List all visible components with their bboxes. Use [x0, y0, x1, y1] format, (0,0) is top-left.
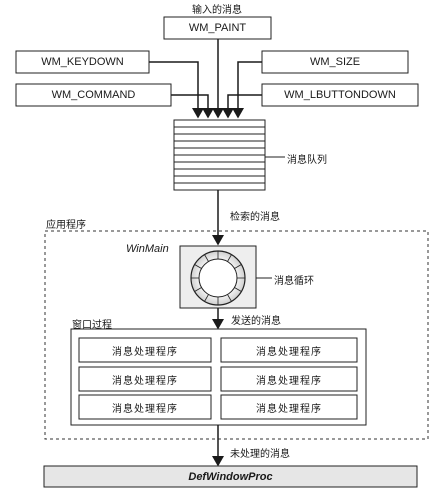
defwindowproc-label: DefWindowProc [188, 470, 273, 483]
wm-paint-label: WM_PAINT [188, 22, 247, 34]
unhandled-messages-label: 未处理的消息 [230, 449, 290, 460]
wm-size-label: WM_SIZE [309, 56, 361, 68]
message-flow-diagram [15, 16, 429, 488]
handler-label-3: 消息处理程序 [112, 375, 178, 387]
handler-label-4: 消息处理程序 [256, 375, 322, 387]
wm-lbuttondown-label: WM_LBUTTONDOWN [284, 89, 396, 101]
sent-messages-label: 发送的消息 [231, 316, 281, 327]
handler-label-6: 消息处理程序 [256, 403, 322, 415]
arrow-command-to-queue [171, 94, 214, 119]
arrow-size-to-queue [232, 61, 262, 119]
window-procedure-label: 窗口过程 [72, 320, 112, 331]
arrow-lbuttondown-to-queue [222, 94, 262, 119]
message-queue [173, 119, 266, 191]
retrieved-messages-label: 检索的消息 [230, 212, 280, 223]
input-messages-label: 输入的消息 [192, 5, 242, 16]
wm-keydown-label: WM_KEYDOWN [41, 56, 124, 68]
message-loop-ring-inner [198, 258, 238, 298]
winmain-label: WinMain [126, 243, 169, 255]
handler-label-1: 消息处理程序 [112, 346, 178, 358]
handler-label-2: 消息处理程序 [256, 346, 322, 358]
wm-command-label: WM_COMMAND [51, 89, 136, 101]
message-loop-label: 消息循环 [274, 276, 314, 287]
handler-label-5: 消息处理程序 [112, 403, 178, 415]
message-queue-label: 消息队列 [287, 155, 327, 166]
application-label: 应用程序 [46, 220, 86, 231]
